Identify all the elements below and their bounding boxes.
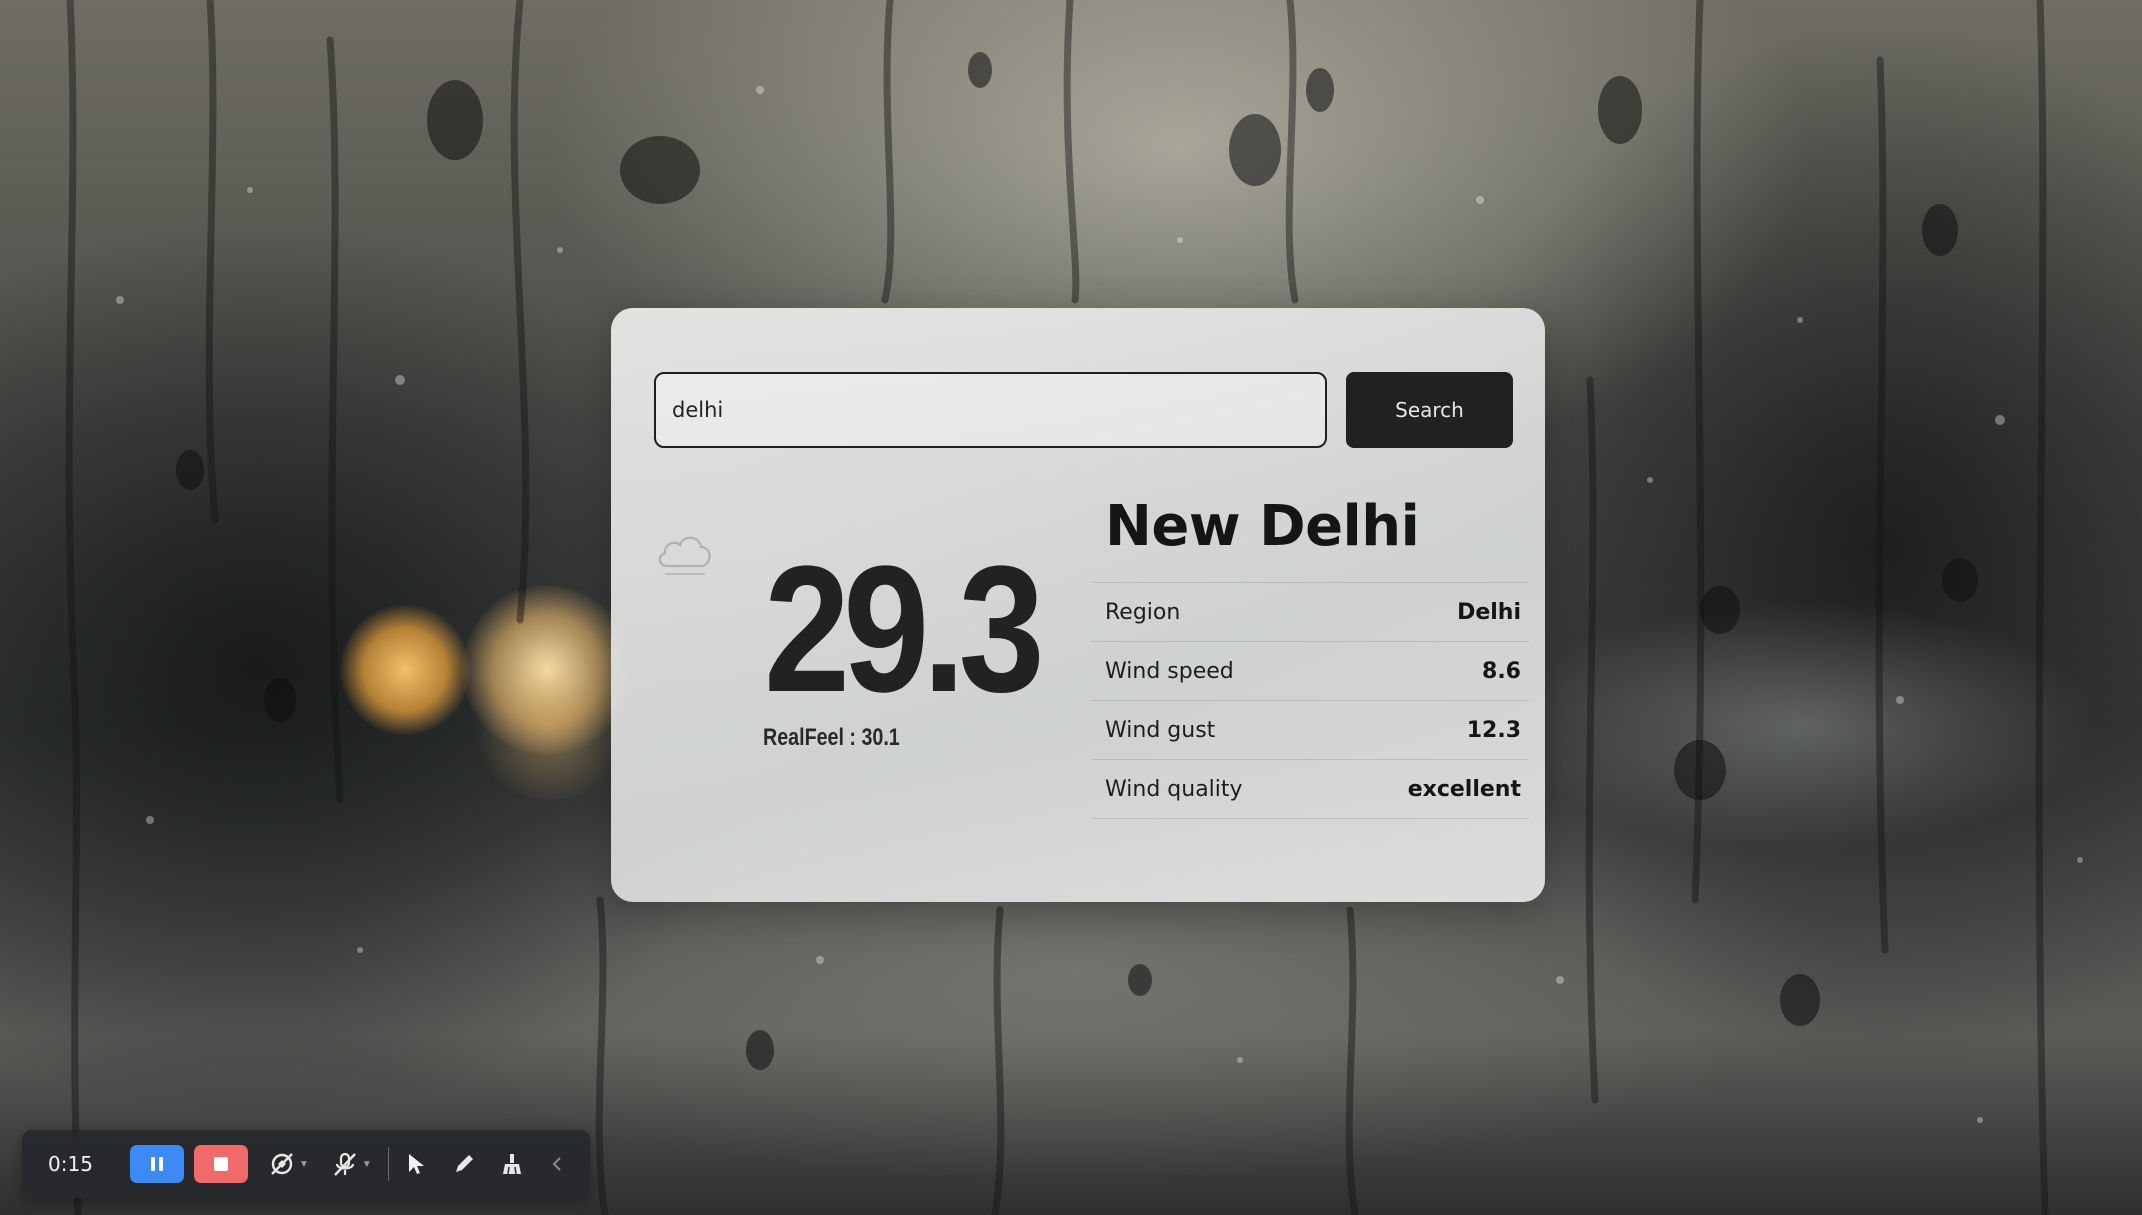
chevron-down-icon: ▼ [361, 1158, 372, 1170]
detail-value: 12.3 [1466, 717, 1521, 743]
stop-button[interactable] [194, 1145, 248, 1183]
eraser-tool-button[interactable] [499, 1144, 525, 1184]
toolbar-divider [387, 1147, 389, 1181]
cursor-tool-button[interactable] [403, 1144, 429, 1184]
detail-value: 8.6 [1482, 658, 1521, 684]
pen-icon [455, 1155, 473, 1172]
bokeh-light [340, 605, 470, 735]
realfeel-text: RealFeel : 30.1 [763, 724, 900, 751]
detail-label: Wind quality [1105, 776, 1243, 802]
pen-tool-button[interactable] [451, 1144, 477, 1184]
camera-off-icon [271, 1153, 293, 1175]
chevron-left-icon [552, 1157, 561, 1171]
detail-row-wind-quality: Wind quality excellent [1091, 759, 1529, 819]
pause-button[interactable] [130, 1145, 184, 1183]
stop-icon [214, 1157, 228, 1171]
city-name: New Delhi [1105, 494, 1420, 559]
detail-row-wind-speed: Wind speed 8.6 [1091, 641, 1529, 700]
detail-row-region: Region Delhi [1091, 582, 1529, 641]
detail-value: Delhi [1457, 599, 1521, 625]
detail-label: Region [1105, 599, 1181, 625]
search-button[interactable]: Search [1346, 372, 1513, 448]
haze [1500, 600, 2100, 850]
eraser-icon [502, 1154, 521, 1175]
detail-value: excellent [1407, 776, 1521, 802]
bokeh-light [462, 585, 632, 755]
search-input[interactable] [654, 372, 1327, 448]
desktop-background: Search 29.3 RealFeel : 30.1 New Delhi Re… [0, 0, 2142, 1215]
detail-row-wind-gust: Wind gust 12.3 [1091, 700, 1529, 759]
chevron-down-icon: ▼ [299, 1158, 309, 1170]
microphone-off-icon [334, 1152, 356, 1176]
microphone-toggle-button[interactable]: ▼ [331, 1144, 372, 1184]
weather-card: Search 29.3 RealFeel : 30.1 New Delhi Re… [611, 308, 1545, 902]
detail-label: Wind speed [1105, 658, 1234, 684]
pause-icon [151, 1157, 163, 1171]
temperature-value: 29.3 [764, 529, 1045, 730]
bokeh-light [470, 660, 630, 800]
cursor-icon [408, 1154, 424, 1174]
detail-label: Wind gust [1105, 717, 1216, 743]
weather-details-table: Region Delhi Wind speed 8.6 Wind gust 12… [1091, 582, 1529, 819]
cloud-icon [658, 536, 711, 575]
camera-toggle-button[interactable]: ▼ [268, 1144, 309, 1184]
collapse-toolbar-button[interactable] [549, 1144, 565, 1184]
recording-timer: 0:15 [48, 1152, 93, 1176]
recorder-toolbar: 0:15 ▼ ▼ [22, 1130, 590, 1198]
